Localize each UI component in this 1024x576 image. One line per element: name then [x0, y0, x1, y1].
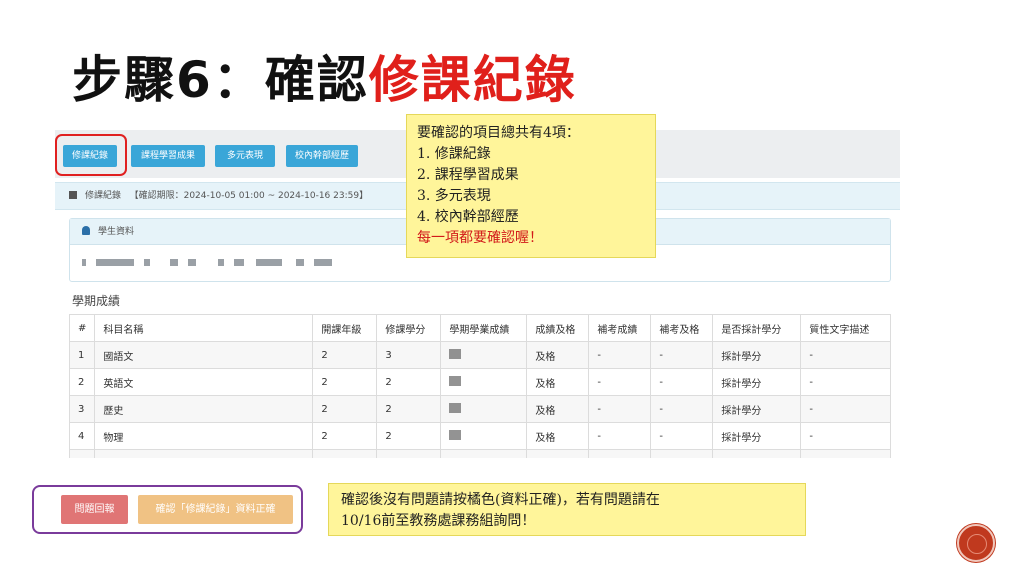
instructions-line2: 10/16前至教務處課務組詢問！ — [341, 513, 536, 529]
callout-item: 3. 多元表現 — [417, 188, 491, 204]
redacted-score — [449, 376, 462, 386]
tab-learning-outcomes[interactable]: 課程學習成果 — [131, 145, 205, 167]
table-row: 2 英語文 2 2 及格 - - 採計學分 - — [68, 368, 892, 396]
redacted-score — [449, 430, 462, 440]
callout-note: 每一項都要確認喔！ — [417, 230, 543, 246]
redacted-score — [449, 403, 462, 413]
table-row-cut-off — [68, 449, 892, 458]
instructions-callout: 確認後沒有問題請按橘色(資料正確)，若有問題請在 10/16前至教務處課務組詢問… — [328, 483, 806, 536]
tab-cadre-experience[interactable]: 校內幹部經歷 — [286, 145, 358, 167]
confirm-data-button[interactable]: 確認「修課紀錄」資料正確 — [138, 495, 293, 524]
list-icon — [69, 191, 77, 199]
highlight-ring — [55, 134, 127, 176]
grades-section-title: 學期成績 — [72, 294, 121, 308]
student-panel-title: 學生資料 — [98, 227, 135, 237]
callout-item: 2. 課程學習成果 — [417, 167, 519, 183]
slide-title-part2: 修課紀錄 — [368, 51, 577, 109]
slide-title-part1: 步驟6：確認 — [72, 51, 369, 109]
grades-table: # 科目名稱 開課年級 修課學分 學期學業成績 成績及格 補考成績 補考及格 是… — [68, 314, 892, 458]
instructions-line1: 確認後沒有問題請按橘色(資料正確)，若有問題請在 — [341, 492, 660, 508]
table-row: 3 歷史 2 2 及格 - - 採計學分 - — [68, 395, 892, 423]
info-strip-period: 【確認期限：2024-10-05 01:00 ~ 2024-10-16 23:5… — [129, 191, 369, 201]
table-header-row: # 科目名稱 開課年級 修課學分 學期學業成績 成績及格 補考成績 補考及格 是… — [68, 314, 892, 342]
callout-heading: 要確認的項目總共有4項： — [417, 125, 580, 141]
slide-number-badge — [957, 524, 995, 562]
user-icon — [82, 226, 90, 235]
callout-item: 1. 修課紀錄 — [417, 146, 491, 162]
redacted-score — [449, 349, 462, 359]
callout-item: 4. 校內幹部經歷 — [417, 209, 519, 225]
table-row: 1 國語文 2 3 及格 - - 採計學分 - — [68, 341, 892, 369]
table-row: 4 物理 2 2 及格 - - 採計學分 - — [68, 422, 892, 450]
slide-title: 步驟6：確認修課紀錄 — [72, 40, 577, 112]
items-callout: 要確認的項目總共有4項： 1. 修課紀錄 2. 課程學習成果 3. 多元表現 4… — [406, 114, 656, 258]
report-problem-button[interactable]: 問題回報 — [61, 495, 128, 524]
info-strip-label: 修課紀錄 — [85, 191, 122, 201]
tab-diverse-performance[interactable]: 多元表現 — [215, 145, 275, 167]
